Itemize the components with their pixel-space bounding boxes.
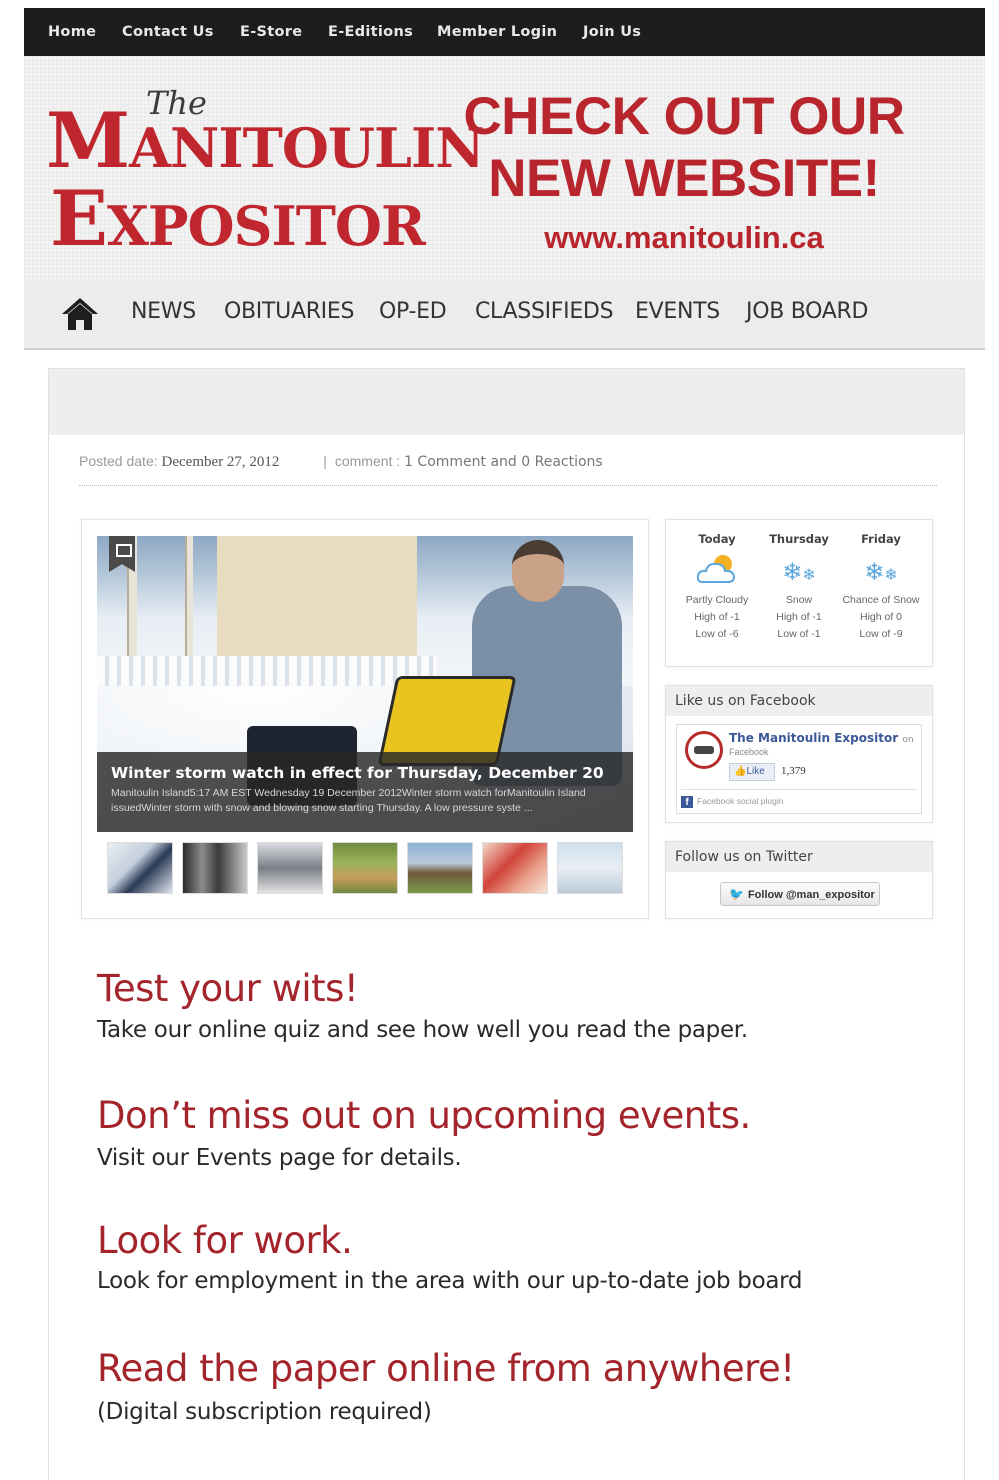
comment-label: comment : [334, 453, 401, 469]
nav-obituaries[interactable]: OBITUARIES [224, 299, 354, 324]
twitter-bird-icon: 🐦 [729, 887, 744, 901]
photo-man-head [512, 540, 564, 602]
nav-op-ed[interactable]: OP-ED [379, 299, 447, 324]
promo-text-quiz: Take our online quiz and see how well yo… [97, 1017, 748, 1043]
weather-low: Low of -1 [777, 628, 821, 640]
facebook-like-count: 1,379 [781, 765, 806, 777]
news-slider: Winter storm watch in effect for Thursda… [81, 519, 649, 919]
weather-day: Friday [861, 532, 901, 546]
weather-widget: Today Partly Cloudy High of -1 Low of -6… [665, 519, 933, 667]
weather-thursday: Thursday ❄❄ Snow High of -1 Low of -1 [756, 532, 842, 643]
promo-text-events: Visit our Events page for details. [97, 1145, 462, 1171]
content-panel: Posted date: December 27, 2012 | comment… [48, 368, 965, 1480]
thumbnail[interactable] [407, 842, 473, 894]
top-nav-member-login[interactable]: Member Login [437, 24, 557, 40]
thumbnail[interactable] [257, 842, 323, 894]
site-header: The MANITOULIN EXPOSITOR CHECK OUT OUR N… [24, 56, 985, 280]
weather-low: Low of -9 [859, 628, 903, 640]
facebook-plugin-label[interactable]: Facebook social plugin [697, 796, 783, 806]
partly-cloudy-icon [674, 552, 760, 592]
divider [79, 485, 937, 486]
top-nav-contact-us[interactable]: Contact Us [122, 24, 214, 40]
facebook-page-name[interactable]: The Manitoulin Expositor on [729, 731, 914, 745]
slide-caption[interactable]: Winter storm watch in effect for Thursda… [97, 752, 633, 832]
promo-line-1: CHECK OUT OUR [463, 87, 905, 146]
facebook-like-box: The Manitoulin Expositor on Facebook 👍Li… [676, 724, 922, 814]
top-nav-e-editions[interactable]: E-Editions [328, 24, 413, 40]
weather-condition: Snow [785, 594, 813, 606]
weather-friday: Friday ❄❄ Chance of Snow High of 0 Low o… [838, 532, 924, 643]
snow-icon: ❄❄ [782, 558, 816, 586]
promo-line-2: NEW WEBSITE! [488, 149, 880, 208]
promo-heading-work[interactable]: Look for work. [97, 1219, 353, 1262]
title-bar [49, 369, 964, 435]
weather-high: High of 0 [859, 611, 903, 623]
top-nav-e-store[interactable]: E-Store [240, 24, 302, 40]
post-meta: Posted date: December 27, 2012 | comment… [79, 453, 603, 471]
snow-icon: ❄❄ [864, 558, 898, 586]
thumbnail[interactable] [557, 842, 623, 894]
promo-heading-quiz[interactable]: Test your wits! [97, 967, 359, 1010]
post-date: December 27, 2012 [161, 454, 280, 470]
weather-day: Today [698, 532, 736, 546]
weather-today: Today Partly Cloudy High of -1 Low of -6 [674, 532, 760, 643]
weather-condition: Partly Cloudy [685, 594, 749, 606]
top-nav-bar: Home Contact Us E-Store E-Editions Membe… [24, 8, 985, 56]
expositor-seal-icon[interactable] [685, 731, 723, 769]
facebook-icon: f [681, 796, 693, 808]
top-nav-home[interactable]: Home [48, 24, 96, 40]
nav-classifieds[interactable]: CLASSIFIEDS [475, 299, 614, 324]
thumbnail[interactable] [482, 842, 548, 894]
promo-url[interactable]: www.manitoulin.ca [434, 220, 934, 256]
home-icon[interactable] [60, 296, 100, 336]
divider [681, 789, 917, 790]
facebook-widget: Like us on Facebook The Manitoulin Expos… [665, 685, 933, 823]
date-label: Posted date: [79, 453, 158, 469]
top-nav-join-us[interactable]: Join Us [583, 24, 641, 40]
nav-job-board[interactable]: JOB BOARD [746, 299, 868, 324]
slide-excerpt: Manitoulin Island5:17 AM EST Wednesday 1… [111, 787, 586, 814]
thumbs-up-icon: 👍 [734, 766, 747, 777]
gallery-badge-icon [109, 536, 135, 572]
facebook-like-button[interactable]: 👍Like [729, 763, 775, 781]
comment-link[interactable]: 1 Comment and 0 Reactions [404, 454, 603, 470]
nav-events[interactable]: EVENTS [635, 299, 720, 324]
weather-high: High of -1 [776, 611, 822, 623]
promo-heading-e-edition[interactable]: Read the paper online from anywhere! [97, 1347, 795, 1390]
weather-high: High of -1 [694, 611, 740, 623]
promo-heading-events[interactable]: Don’t miss out on upcoming events. [97, 1094, 751, 1137]
weather-day: Thursday [769, 532, 829, 546]
twitter-widget: Follow us on Twitter 🐦 Follow @man_exposi… [665, 841, 933, 919]
promo-text-work: Look for employment in the area with our… [97, 1268, 803, 1294]
slide-image[interactable]: Winter storm watch in effect for Thursda… [97, 536, 633, 832]
twitter-follow-button[interactable]: 🐦 Follow @man_expositor [720, 882, 880, 906]
slider-thumbnails [107, 842, 627, 894]
thumbnail[interactable] [107, 842, 173, 894]
logo-line-expositor: EXPOSITOR [50, 174, 426, 263]
twitter-heading: Follow us on Twitter [666, 842, 932, 872]
thumbnail[interactable] [182, 842, 248, 894]
promo-text-e-edition: (Digital subscription required) [97, 1399, 432, 1425]
weather-condition: Chance of Snow [842, 594, 920, 606]
nav-news[interactable]: NEWS [131, 299, 196, 324]
slide-title[interactable]: Winter storm watch in effect for Thursda… [111, 764, 619, 782]
facebook-heading: Like us on Facebook [666, 686, 932, 716]
photo-house [217, 536, 417, 666]
thumbnail[interactable] [332, 842, 398, 894]
meta-separator: | [323, 453, 327, 469]
weather-low: Low of -6 [695, 628, 739, 640]
main-nav: NEWS OBITUARIES OP-ED CLASSIFIEDS EVENTS… [24, 280, 985, 350]
logo-line-manitoulin: MANITOULIN [46, 96, 485, 185]
facebook-sub-label: Facebook [729, 747, 769, 757]
